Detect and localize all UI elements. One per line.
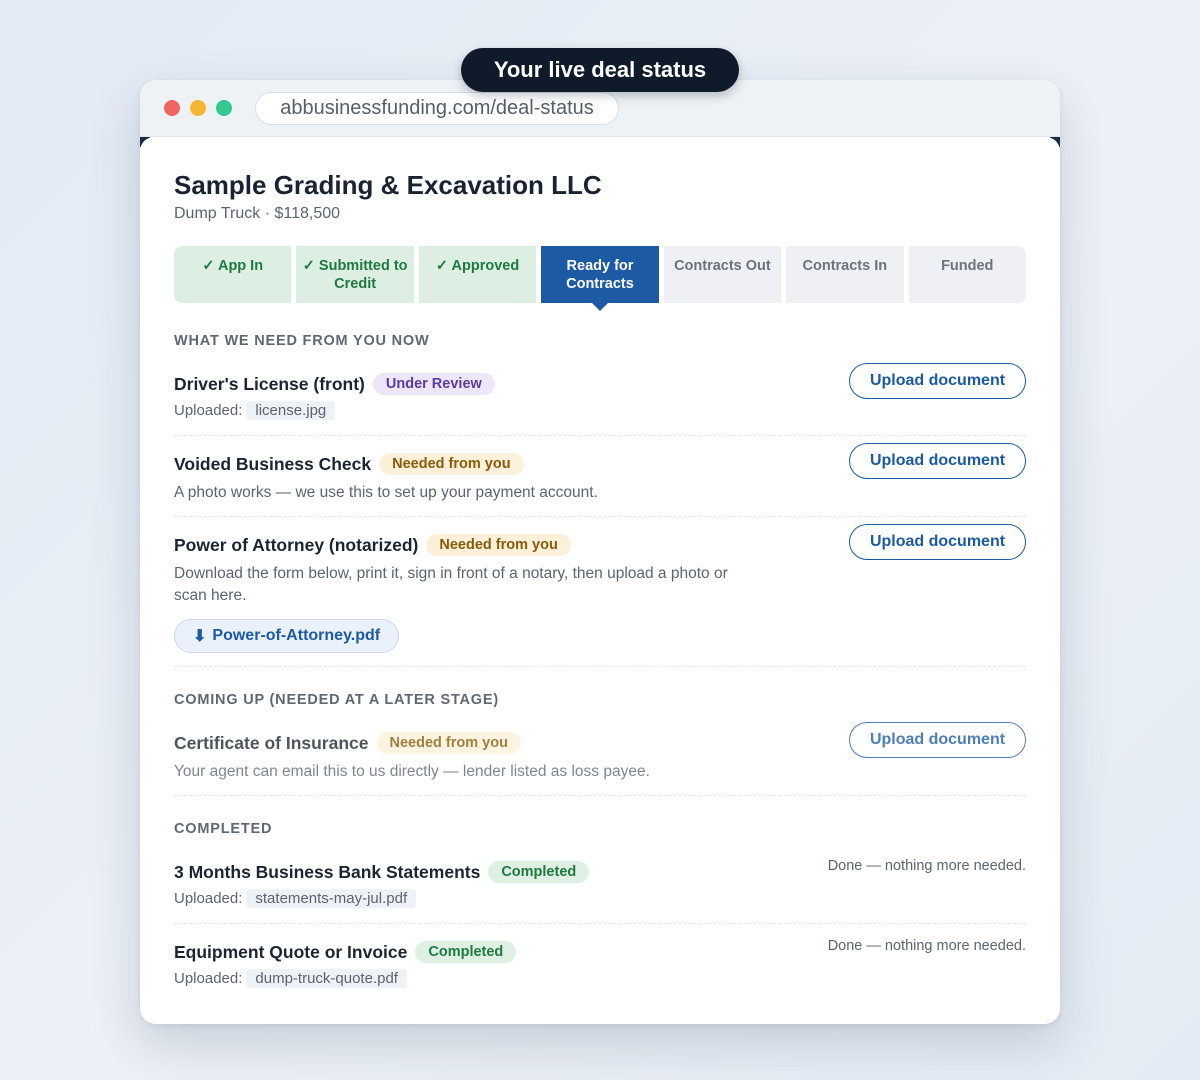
deal-progress-tracker: ✓ App In ✓ Submitted to Credit ✓ Approve… (174, 246, 1026, 311)
deal-summary: Dump Truck · $118,500 (174, 205, 341, 222)
file-name: statements-may-jul.pdf (246, 889, 417, 908)
document-row-drivers-license: Driver's License (front) Under Review Up… (174, 363, 1026, 420)
document-row-certificate-of-insurance: Certificate of Insurance Needed from you… (174, 722, 1026, 783)
document-row-equipment-quote: Equipment Quote or Invoice Completed Upl… (174, 938, 1026, 988)
document-title: 3 Months Business Bank Statements (174, 861, 481, 882)
uploaded-label: Uploaded: (174, 402, 243, 419)
document-description: A photo works — we use this to set up yo… (174, 484, 598, 501)
document-title: Certificate of Insurance (174, 732, 369, 753)
uploaded-label: Uploaded: (174, 970, 243, 987)
row-divider (174, 435, 1026, 436)
step-ready-for-contracts: Ready for Contracts (541, 246, 659, 311)
step-contracts-out: Contracts Out (663, 246, 782, 303)
document-row-voided-check: Voided Business Check Needed from you A … (174, 443, 1026, 504)
step-funded: Funded (908, 246, 1026, 303)
upload-drivers-license-button[interactable]: Upload document (849, 363, 1026, 399)
step-app-in: ✓ App In (174, 246, 292, 303)
address-bar[interactable]: abbusinessfunding.com/deal-status (255, 92, 619, 125)
uploaded-file: Uploaded: statements-may-jul.pdf (174, 889, 1026, 908)
step-submitted-to-credit: ✓ Submitted to Credit (296, 246, 414, 303)
download-file-name: Power-of-Attorney.pdf (212, 627, 381, 644)
status-badge: Under Review (372, 373, 495, 395)
document-title: Driver's License (front) (174, 373, 365, 394)
status-badge: Needed from you (376, 732, 521, 754)
row-divider (174, 666, 1026, 667)
file-name: license.jpg (246, 401, 336, 420)
step-approved: ✓ Approved (418, 246, 537, 303)
step-contracts-in: Contracts In (786, 246, 904, 303)
upload-voided-check-button[interactable]: Upload document (849, 443, 1026, 479)
browser-window: abbusinessfunding.com/deal-status Sample… (140, 80, 1060, 1024)
done-note: Done — nothing more needed. (827, 858, 1026, 874)
done-note: Done — nothing more needed. (827, 938, 1026, 954)
live-status-banner: Your live deal status (461, 48, 739, 92)
uploaded-file: Uploaded: dump-truck-quote.pdf (174, 969, 1026, 988)
section-heading-completed: COMPLETED (174, 821, 273, 837)
status-badge: Needed from you (426, 534, 571, 556)
download-power-of-attorney-link[interactable]: ⬇ Power-of-Attorney.pdf (174, 619, 400, 653)
company-name: Sample Grading & Excavation LLC (174, 170, 602, 200)
file-name: dump-truck-quote.pdf (246, 969, 407, 988)
maximize-window-icon[interactable] (216, 100, 232, 116)
row-divider (174, 923, 1026, 924)
status-badge: Completed (488, 861, 590, 883)
row-divider (174, 795, 1026, 796)
document-title: Voided Business Check (174, 453, 372, 474)
upload-certificate-of-insurance-button[interactable]: Upload document (849, 722, 1026, 758)
document-description: Download the form below, print it, sign … (174, 565, 728, 604)
uploaded-label: Uploaded: (174, 890, 243, 907)
status-badge: Needed from you (379, 453, 524, 475)
document-row-bank-statements: 3 Months Business Bank Statements Comple… (174, 858, 1026, 908)
section-heading-now: WHAT WE NEED FROM YOU NOW (174, 333, 430, 349)
download-icon: ⬇ (193, 628, 207, 645)
minimize-window-icon[interactable] (190, 100, 206, 116)
row-divider (174, 516, 1026, 517)
section-heading-later: COMING UP (NEEDED AT A LATER STAGE) (174, 692, 499, 708)
uploaded-file: Uploaded: license.jpg (174, 401, 1026, 420)
close-window-icon[interactable] (164, 100, 180, 116)
upload-power-of-attorney-button[interactable]: Upload document (849, 524, 1026, 560)
document-row-power-of-attorney: Power of Attorney (notarized) Needed fro… (174, 524, 1026, 653)
document-description: Your agent can email this to us directly… (174, 763, 650, 780)
status-badge: Completed (415, 941, 517, 963)
document-title: Power of Attorney (notarized) (174, 534, 419, 555)
document-title: Equipment Quote or Invoice (174, 941, 408, 962)
